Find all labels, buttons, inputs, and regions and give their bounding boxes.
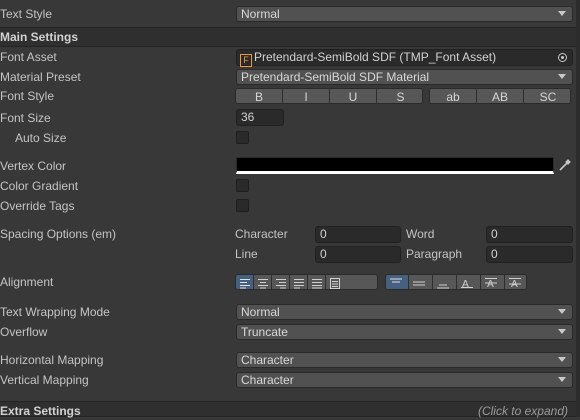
auto-size-label: Auto Size <box>15 131 67 145</box>
align-middle-button[interactable] <box>409 275 433 289</box>
align-flush-button[interactable] <box>308 275 326 289</box>
chevron-down-icon <box>558 329 566 334</box>
text-style-label: Text Style <box>0 7 53 21</box>
horizontal-mapping-value: Character <box>241 353 294 367</box>
align-justify-icon <box>294 279 304 289</box>
text-style-value: Normal <box>241 7 280 21</box>
font-style-label: Font Style <box>0 89 55 103</box>
vertex-color-label: Vertex Color <box>0 159 67 173</box>
override-tags-label: Override Tags <box>0 199 75 213</box>
font-asset-label: Font Asset <box>0 50 57 64</box>
spacing-options-label: Spacing Options (em) <box>0 227 117 241</box>
vertical-alignment-group: A A A <box>385 274 527 290</box>
extra-settings-header[interactable]: Extra Settings (Click to expand) <box>0 401 580 418</box>
material-preset-value: Pretendard-SemiBold SDF Material <box>241 70 430 84</box>
font-size-label: Font Size <box>0 111 51 125</box>
character-spacing-input[interactable]: 0 <box>315 226 401 243</box>
font-asset-value: Pretendard-SemiBold SDF (TMP_Font Asset) <box>254 50 497 64</box>
svg-text:A: A <box>487 279 494 289</box>
align-geometry-center-icon <box>330 278 340 289</box>
chevron-down-icon <box>558 357 566 362</box>
align-flush-icon <box>312 279 322 289</box>
word-spacing-input[interactable]: 0 <box>486 226 573 243</box>
align-right-icon <box>276 279 286 289</box>
text-wrapping-label: Text Wrapping Mode <box>0 305 110 319</box>
font-style-group-case: ab AB SC <box>429 88 571 104</box>
eyedropper-icon[interactable] <box>556 157 573 174</box>
align-center-button[interactable] <box>254 275 272 289</box>
material-preset-label: Material Preset <box>0 70 81 84</box>
font-size-input[interactable]: 36 <box>236 109 284 126</box>
chevron-down-icon <box>558 309 566 314</box>
align-midline-button[interactable]: A <box>481 275 505 289</box>
align-middle-icon <box>413 281 425 286</box>
align-top-button[interactable] <box>386 275 409 289</box>
align-top-icon <box>390 278 402 283</box>
align-bottom-button[interactable] <box>433 275 457 289</box>
underline-button[interactable]: U <box>330 89 377 103</box>
italic-button[interactable]: I <box>283 89 330 103</box>
smallcaps-button[interactable]: SC <box>524 89 570 103</box>
align-bottom-icon <box>437 284 449 289</box>
chevron-down-icon <box>558 377 566 382</box>
override-tags-toggle[interactable] <box>236 199 249 212</box>
character-spacing-label: Character <box>235 227 288 241</box>
line-spacing-input[interactable]: 0 <box>315 246 401 263</box>
alignment-label: Alignment <box>0 275 54 289</box>
vertical-mapping-value: Character <box>241 373 294 387</box>
scrollbar[interactable] <box>576 0 580 417</box>
font-style-group-basic: B I U S <box>235 88 423 104</box>
extra-settings-hint: (Click to expand) <box>477 404 568 418</box>
main-settings-title: Main Settings <box>0 30 79 44</box>
align-baseline-button[interactable]: A <box>457 275 481 289</box>
align-geometry-center-button[interactable] <box>326 275 344 289</box>
material-preset-dropdown[interactable]: Pretendard-SemiBold SDF Material <box>236 69 573 85</box>
font-asset-field[interactable]: F Pretendard-SemiBold SDF (TMP_Font Asset… <box>236 49 573 67</box>
vertical-mapping-dropdown[interactable]: Character <box>236 372 573 388</box>
paragraph-spacing-label: Paragraph <box>406 247 463 261</box>
color-gradient-toggle[interactable] <box>236 179 249 192</box>
uppercase-button[interactable]: AB <box>477 89 524 103</box>
align-right-button[interactable] <box>272 275 290 289</box>
vertex-color-swatch[interactable] <box>236 157 554 174</box>
main-settings-header[interactable]: Main Settings <box>0 27 580 47</box>
strikethrough-button[interactable]: S <box>377 89 422 103</box>
text-wrapping-dropdown[interactable]: Normal <box>236 304 573 320</box>
align-left-icon <box>240 279 250 289</box>
paragraph-spacing-input[interactable]: 0 <box>486 246 573 263</box>
overflow-value: Truncate <box>241 325 288 339</box>
extra-settings-title: Extra Settings <box>0 404 81 418</box>
align-left-button[interactable] <box>236 275 254 289</box>
overflow-label: Overflow <box>0 325 48 339</box>
word-spacing-label: Word <box>406 227 435 241</box>
align-baseline-icon: A <box>461 279 473 289</box>
overflow-dropdown[interactable]: Truncate <box>236 324 573 340</box>
align-capline-button[interactable]: A <box>505 275 526 289</box>
object-picker-icon[interactable] <box>558 53 567 62</box>
horizontal-mapping-label: Horizontal Mapping <box>0 353 104 367</box>
chevron-down-icon <box>558 11 566 16</box>
text-wrapping-value: Normal <box>241 305 280 319</box>
bold-button[interactable]: B <box>236 89 283 103</box>
align-capline-icon: A <box>509 278 521 289</box>
font-asset-icon: F <box>240 54 252 67</box>
color-gradient-label: Color Gradient <box>0 179 79 193</box>
lowercase-button[interactable]: ab <box>430 89 477 103</box>
horizontal-mapping-dropdown[interactable]: Character <box>236 352 573 368</box>
align-center-icon <box>258 279 268 289</box>
vertical-mapping-label: Vertical Mapping <box>0 373 89 387</box>
horizontal-alignment-group <box>235 274 378 290</box>
align-midline-icon: A <box>485 278 497 289</box>
align-justify-button[interactable] <box>290 275 308 289</box>
text-style-dropdown[interactable]: Normal <box>236 6 573 22</box>
line-spacing-label: Line <box>235 247 258 261</box>
chevron-down-icon <box>558 74 566 79</box>
auto-size-toggle[interactable] <box>236 131 249 144</box>
